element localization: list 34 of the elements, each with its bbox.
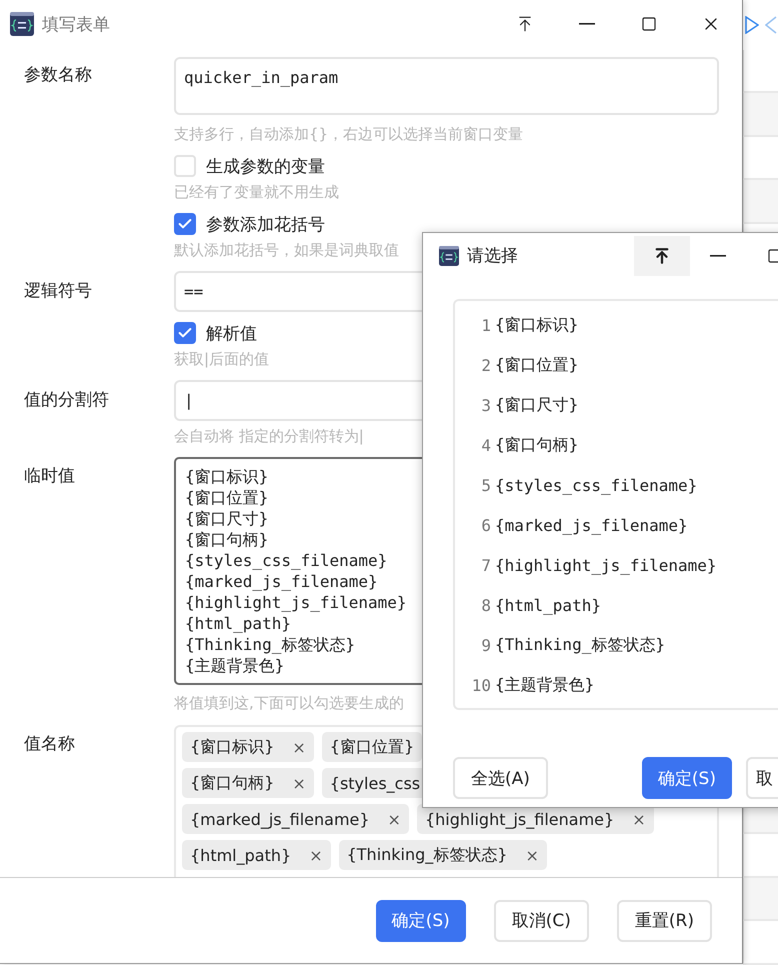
hint-text: 支持多行，自动添加{}，右边可以选择当前窗口变量: [174, 124, 524, 145]
hint-text: 获取|后面的值: [174, 349, 270, 370]
hint-text: 会自动将 指定的分割符转为|: [174, 426, 364, 447]
hint-text: 默认添加花括号，如果是词典取值: [174, 240, 399, 261]
text-line: {Thinking_标签状态}: [185, 634, 355, 655]
field-label: 参数名称: [24, 64, 93, 86]
text-line: {marked_js_filename}: [185, 571, 378, 592]
window-title: 填写表单: [42, 14, 111, 36]
tag-text: {highlight_js_filename}: [424, 810, 614, 828]
checkbox-label: 参数添加花括号: [206, 214, 325, 236]
field-label: 逻辑符号: [24, 280, 93, 302]
text-line: {窗口位置}: [185, 487, 268, 508]
text-line: {highlight_js_filename}: [185, 592, 407, 613]
tag-text: {窗口标识}: [190, 736, 274, 758]
text-line: {窗口标识}: [185, 466, 268, 487]
text-line: {窗口句柄}: [185, 529, 268, 550]
hint-text: 将值填到这,下面可以勾选要生成的: [174, 693, 404, 714]
text-line: {styles_css_filename}: [185, 550, 388, 571]
tag-text: {窗口位置}: [330, 736, 414, 758]
text-line: {html_path}: [185, 613, 291, 634]
field-label: 临时值: [24, 465, 76, 487]
tag-text: {styles_css: [330, 774, 420, 792]
text-line: {窗口尺寸}: [185, 508, 268, 529]
text-line: {主题背景色}: [185, 655, 284, 676]
tag-text: {marked_js_filename}: [190, 810, 370, 828]
tag-text: {Thinking_标签状态}: [346, 844, 508, 866]
checkbox-label: 生成参数的变量: [206, 156, 325, 178]
tag-text: {窗口句柄}: [190, 772, 274, 794]
dialog-title: 请选择: [467, 245, 520, 267]
checkbox-label: 解析值: [206, 322, 257, 344]
field-label: 值的分割符: [24, 389, 110, 411]
field-label: 值名称: [24, 733, 76, 755]
tag-text: {html_path}: [190, 846, 292, 864]
hint-text: 已经有了变量就不用生成: [174, 182, 339, 203]
